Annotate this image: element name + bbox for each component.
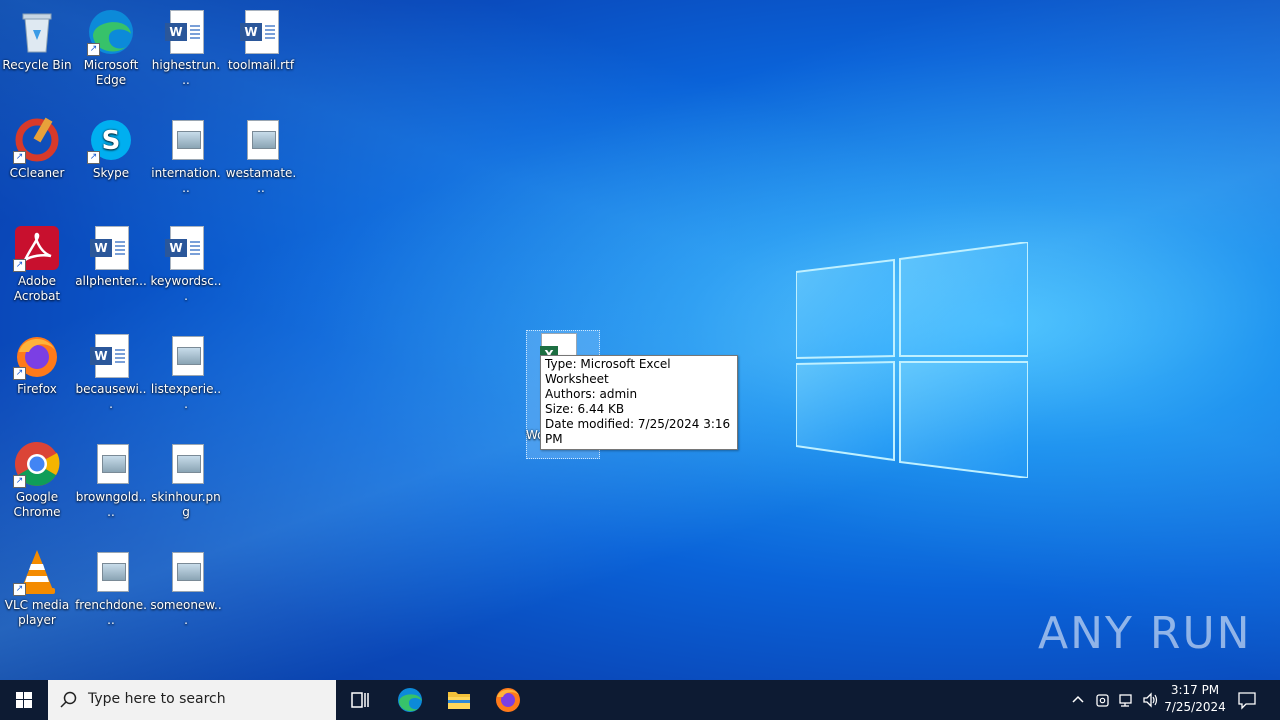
network-icon[interactable] [1118,691,1136,712]
image-file-icon [162,116,210,164]
clock-time: 3:17 PM [1170,683,1220,697]
icon-label: internation... [151,166,221,195]
word-file-desktop-icon[interactable]: W toolmail.rtf [224,8,298,73]
microsoft-edge-desktop-icon[interactable]: ↗ Microsoft Edge [74,8,148,88]
word-file-desktop-icon[interactable]: W becausewi... [74,332,148,412]
edge-icon: ↗ [87,8,135,56]
word-file-desktop-icon[interactable]: W allphenter... [74,224,148,289]
word-file-desktop-icon[interactable]: W highestrun... [149,8,223,88]
file-info-tooltip: Type: Microsoft Excel Worksheet Authors:… [540,355,738,450]
icon-label: CCleaner [9,166,65,180]
word-document-icon: W [87,332,135,380]
recycle-bin-icon [13,8,61,56]
firefox-icon [496,688,520,712]
tooltip-type: Type: Microsoft Excel Worksheet [545,357,671,386]
taskbar-file-explorer-button[interactable] [435,680,483,720]
icon-label: becausewi... [75,382,147,411]
edge-icon [398,688,422,712]
shortcut-arrow-icon: ↗ [87,151,100,164]
icon-label: toolmail.rtf [227,58,295,72]
adobe-acrobat-icon: ↗ [13,224,61,272]
icon-label: someonew... [150,598,222,627]
icon-label: keywordsc... [150,274,222,303]
icon-label: Adobe Acrobat [13,274,61,303]
meet-now-icon[interactable] [1094,691,1112,712]
icon-label: Skype [92,166,130,180]
tooltip-size: Size: 6.44 KB [545,402,625,416]
image-file-desktop-icon[interactable]: westamate... [224,116,298,196]
ccleaner-icon: ↗ [13,116,61,164]
tooltip-date-modified: Date modified: 7/25/2024 3:16 PM [545,417,731,446]
notification-center-icon[interactable] [1237,690,1257,713]
taskbar-firefox-button[interactable] [484,680,532,720]
icon-label: VLC media player [4,598,70,627]
icon-label: listexperie... [150,382,222,411]
skype-icon: S ↗ [87,116,135,164]
icon-label: highestrun... [151,58,221,87]
image-file-icon [87,440,135,488]
icon-label: Google Chrome [13,490,61,519]
icon-label: frenchdone... [75,598,147,627]
search-box[interactable]: Type here to search [48,680,336,720]
word-file-desktop-icon[interactable]: W keywordsc... [149,224,223,304]
clock-date: 7/25/2024 [1164,700,1226,714]
icon-label: Microsoft Edge [83,58,139,87]
show-hidden-icons-chevron-icon[interactable] [1070,692,1086,711]
shortcut-arrow-icon: ↗ [13,583,26,596]
windows-start-icon [16,692,32,708]
icon-label: Firefox [17,382,57,396]
task-view-icon [351,692,369,708]
ccleaner-desktop-icon[interactable]: ↗ CCleaner [0,116,74,181]
image-file-icon [87,548,135,596]
icon-label: browngold.... [75,490,147,519]
firefox-icon: ↗ [13,332,61,380]
image-file-icon [162,440,210,488]
vlc-desktop-icon[interactable]: ↗ VLC media player [0,548,74,628]
folder-icon [448,692,470,709]
search-placeholder: Type here to search [88,691,226,707]
tooltip-authors: Authors: admin [545,387,638,401]
start-button[interactable] [0,680,48,720]
image-file-icon [237,116,285,164]
image-file-desktop-icon[interactable]: frenchdone... [74,548,148,628]
word-document-icon: W [162,8,210,56]
word-document-icon: W [87,224,135,272]
taskbar-edge-button[interactable] [386,680,434,720]
recycle-bin-desktop-icon[interactable]: Recycle Bin [0,8,74,73]
vlc-icon: ↗ [13,548,61,596]
skype-desktop-icon[interactable]: S ↗ Skype [74,116,148,181]
image-file-desktop-icon[interactable]: someonew... [149,548,223,628]
shortcut-arrow-icon: ↗ [87,43,100,56]
volume-icon[interactable] [1142,691,1160,712]
shortcut-arrow-icon: ↗ [13,151,26,164]
image-file-desktop-icon[interactable]: browngold.... [74,440,148,520]
taskbar-clock[interactable]: 3:17 PM 7/25/2024 [1160,682,1230,716]
shortcut-arrow-icon: ↗ [13,367,26,380]
icon-label: Recycle Bin [2,58,72,72]
image-file-desktop-icon[interactable]: internation... [149,116,223,196]
windows-logo-wallpaper [796,242,1028,478]
icon-label: allphenter... [75,274,147,288]
google-chrome-desktop-icon[interactable]: ↗ Google Chrome [0,440,74,520]
anyrun-watermark: ANY RUN [1038,608,1252,659]
firefox-desktop-icon[interactable]: ↗ Firefox [0,332,74,397]
image-file-icon [162,332,210,380]
image-file-icon [162,548,210,596]
task-view-button[interactable] [336,680,384,720]
shortcut-arrow-icon: ↗ [13,475,26,488]
shortcut-arrow-icon: ↗ [13,259,26,272]
image-file-desktop-icon[interactable]: listexperie... [149,332,223,412]
word-document-icon: W [162,224,210,272]
image-file-desktop-icon[interactable]: skinhour.png [149,440,223,520]
chrome-icon: ↗ [13,440,61,488]
svg-text:S: S [102,126,121,156]
icon-label: skinhour.png [151,490,221,519]
search-icon [60,691,77,708]
word-document-icon: W [237,8,285,56]
adobe-acrobat-desktop-icon[interactable]: ↗ Adobe Acrobat [0,224,74,304]
icon-label: westamate... [225,166,297,195]
taskbar: Type here to search 3:17 PM 7/25/2024 [0,680,1280,720]
